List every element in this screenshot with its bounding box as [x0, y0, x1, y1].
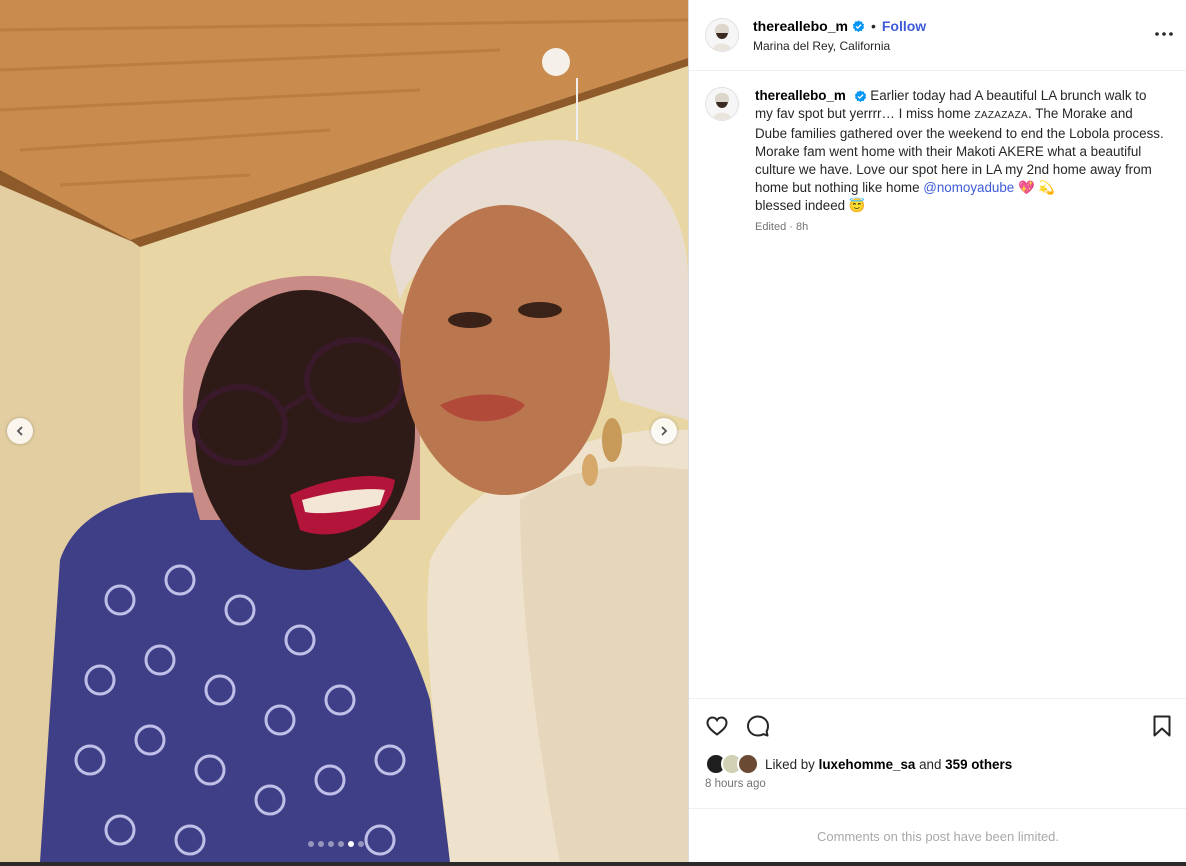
liked-by-user-link[interactable]: luxehomme_sa — [819, 757, 916, 772]
author-username[interactable]: thereallebo_m — [753, 18, 848, 34]
header-separator: • — [870, 18, 876, 34]
next-slide-button[interactable] — [651, 418, 677, 444]
post-photo — [0, 0, 688, 862]
caption-emojis: 💖 💫 — [1014, 180, 1056, 195]
likes-prefix: Liked by — [765, 756, 819, 772]
liker-avatar — [737, 753, 759, 775]
author-avatar[interactable] — [705, 18, 739, 52]
likes-count-link[interactable]: 359 others — [945, 757, 1012, 772]
post-location[interactable]: Marina del Rey, California — [753, 39, 890, 53]
caption-username[interactable]: thereallebo_m — [755, 88, 846, 103]
caption-text-small: ZAZAZAZA — [974, 110, 1029, 121]
carousel-dot — [328, 841, 334, 847]
post-media[interactable] — [0, 0, 688, 862]
more-options-icon — [1155, 32, 1173, 36]
carousel-indicator — [308, 841, 364, 847]
post-header: thereallebo_m • Follow Marina del Rey, C… — [689, 0, 1186, 71]
heart-icon[interactable] — [705, 714, 729, 738]
previous-slide-button[interactable] — [7, 418, 33, 444]
chevron-right-icon — [661, 426, 668, 436]
post-timestamp[interactable]: 8 hours ago — [705, 778, 766, 790]
comments-limited-notice: Comments on this post have been limited. — [689, 808, 1186, 863]
caption-text-end: blessed indeed 😇 — [755, 198, 866, 213]
post-side-panel: thereallebo_m • Follow Marina del Rey, C… — [688, 0, 1186, 862]
verified-badge-icon — [852, 19, 865, 32]
avatar-image — [706, 19, 738, 51]
more-options-button[interactable] — [1152, 24, 1176, 44]
likes-and: and — [915, 756, 946, 772]
caption-meta: Edited · 8h — [755, 221, 809, 233]
verified-badge-icon — [854, 90, 866, 103]
carousel-dot — [348, 841, 354, 847]
comment-icon[interactable] — [746, 714, 770, 738]
post-caption: thereallebo_m Earlier today had A beauti… — [755, 87, 1165, 215]
caption-author-avatar[interactable] — [705, 87, 739, 121]
chevron-left-icon — [16, 426, 23, 436]
carousel-dot — [318, 841, 324, 847]
carousel-dot — [308, 841, 314, 847]
caption-mention-link[interactable]: @nomoyadube — [923, 180, 1014, 195]
likes-text[interactable]: Liked by luxehomme_sa and 359 others — [765, 757, 1012, 772]
carousel-dot — [338, 841, 344, 847]
bookmark-icon[interactable] — [1150, 714, 1174, 738]
post-actions: Liked by luxehomme_sa and 359 others 8 h… — [689, 698, 1186, 809]
avatar-image — [706, 88, 738, 120]
follow-button[interactable]: Follow — [882, 18, 926, 34]
likes-summary: Liked by luxehomme_sa and 359 others — [705, 753, 1012, 775]
carousel-dot — [358, 841, 364, 847]
